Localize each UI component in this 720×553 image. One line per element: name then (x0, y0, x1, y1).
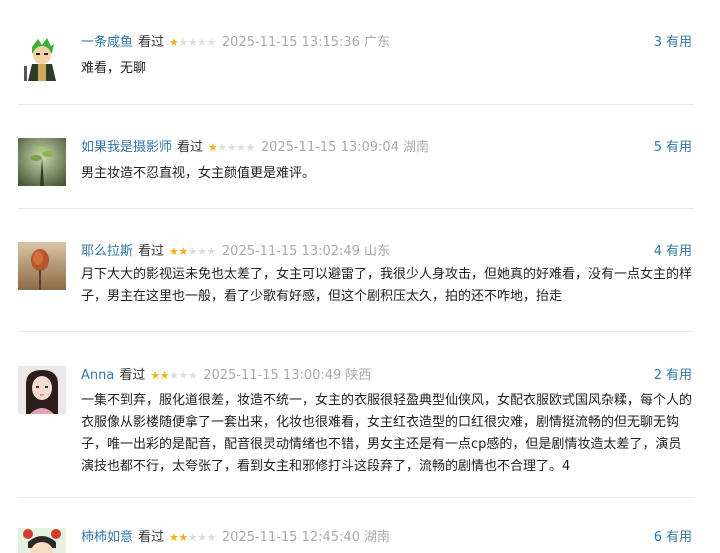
comment-text: 男主妆造不忍直视，女主颜值更是难评。 (81, 166, 316, 181)
comment-meta: 一条咸鱼 看过 ★★★★★ 2025-11-15 13:15:36 广东 3 有用 (81, 33, 694, 53)
comment-text: 月下大大的影视运未免也太差了，女主可以避雷了，我很少人身攻击，但她真的好难看，没… (81, 267, 693, 304)
useful-vote-button[interactable]: 5 有用 (654, 138, 692, 158)
watched-status: 看过 (138, 244, 165, 259)
comment-location: 陕西 (345, 368, 372, 383)
comment-time: 2025-11-15 12:45:40 (221, 530, 360, 545)
star-icon: ★ (169, 531, 179, 544)
comment-location: 山东 (363, 244, 390, 259)
useful-label: 有用 (665, 368, 692, 383)
watched-status: 看过 (119, 368, 146, 383)
useful-label: 有用 (665, 244, 692, 259)
star-icon: ★ (178, 369, 188, 382)
star-icon: ★ (187, 245, 198, 258)
comment-list: 一条咸鱼 看过 ★★★★★ 2025-11-15 13:15:36 广东 3 有用 难看，… (0, 0, 720, 553)
star-icon: ★ (208, 141, 218, 154)
avatar[interactable] (18, 528, 66, 553)
rating-stars: ★★★★★ (169, 33, 216, 53)
useful-label: 有用 (665, 140, 692, 155)
star-icon: ★ (178, 245, 188, 258)
vote-count: 3 (653, 35, 662, 50)
star-icon: ★ (169, 245, 179, 258)
useful-vote-button[interactable]: 4 有用 (654, 242, 692, 262)
comment-time: 2025-11-15 13:15:36 (221, 35, 360, 50)
comment-item: 耶么拉斯 看过 ★★★★★ 2025-11-15 13:02:49 山东 4 有用 月下大… (18, 242, 694, 332)
vote-count: 5 (653, 140, 662, 155)
avatar[interactable] (18, 138, 66, 186)
watched-status: 看过 (177, 140, 204, 155)
username-link[interactable]: 耶么拉斯 (81, 244, 133, 259)
useful-label: 有用 (665, 530, 692, 545)
useful-vote-button[interactable]: 6 有用 (654, 528, 692, 548)
rating-stars: ★★★★★ (150, 366, 197, 386)
vote-count: 2 (653, 368, 662, 383)
star-icon: ★ (206, 531, 217, 544)
comment-meta: Anna 看过 ★★★★★ 2025-11-15 13:00:49 陕西 2 有用 (81, 366, 694, 386)
avatar[interactable] (18, 33, 66, 81)
comment-meta: 柿柿如意 看过 ★★★★★ 2025-11-15 12:45:40 湖南 6 有用 (81, 528, 694, 548)
comment-item: 如果我是摄影师 看过 ★★★★★ 2025-11-15 13:09:04 湖南 5 有用 … (18, 138, 694, 209)
comment-time: 2025-11-15 13:02:49 (221, 244, 360, 259)
star-icon: ★ (197, 36, 207, 49)
comment-location: 湖南 (402, 140, 429, 155)
star-icon: ★ (217, 141, 227, 154)
watched-status: 看过 (138, 35, 165, 50)
rating-stars: ★★★★★ (169, 242, 216, 262)
comment-time: 2025-11-15 13:00:49 (203, 368, 342, 383)
star-icon: ★ (178, 531, 188, 544)
star-icon: ★ (245, 141, 256, 154)
rating-stars: ★★★★★ (208, 138, 255, 158)
star-icon: ★ (206, 36, 217, 49)
useful-vote-button[interactable]: 3 有用 (654, 33, 692, 53)
star-icon: ★ (206, 245, 217, 258)
vote-count: 4 (653, 244, 662, 259)
comment-text: 难看，无聊 (81, 61, 147, 76)
comment-meta: 耶么拉斯 看过 ★★★★★ 2025-11-15 13:02:49 山东 4 有用 (81, 242, 694, 262)
star-icon: ★ (187, 531, 198, 544)
comment-location: 湖南 (363, 530, 390, 545)
watched-status: 看过 (138, 530, 165, 545)
username-link[interactable]: 一条咸鱼 (81, 35, 133, 50)
vote-count: 6 (653, 530, 662, 545)
star-icon: ★ (197, 245, 207, 258)
comment-item: Anna 看过 ★★★★★ 2025-11-15 13:00:49 陕西 2 有用 一集不… (18, 366, 694, 498)
star-icon: ★ (159, 369, 170, 382)
comment-text: 一集不到弃，服化道很差，妆造不统一，女主的衣服很轻盈典型仙侠风，女配衣服欧式国风… (81, 393, 693, 474)
username-link[interactable]: 柿柿如意 (81, 530, 133, 545)
star-icon: ★ (187, 36, 198, 49)
rating-stars: ★★★★★ (169, 528, 216, 548)
avatar[interactable] (18, 366, 66, 414)
useful-label: 有用 (665, 35, 692, 50)
star-icon: ★ (236, 141, 246, 154)
star-icon: ★ (187, 369, 198, 382)
star-icon: ★ (226, 141, 237, 154)
username-link[interactable]: Anna (81, 368, 114, 383)
star-icon: ★ (197, 531, 207, 544)
useful-vote-button[interactable]: 2 有用 (654, 366, 692, 386)
comment-item: 一条咸鱼 看过 ★★★★★ 2025-11-15 13:15:36 广东 3 有用 难看，… (18, 33, 694, 105)
star-icon: ★ (150, 369, 160, 382)
comment-item: 柿柿如意 看过 ★★★★★ 2025-11-15 12:45:40 湖南 6 有用 (18, 528, 694, 553)
comment-location: 广东 (363, 35, 390, 50)
username-link[interactable]: 如果我是摄影师 (81, 140, 172, 155)
avatar[interactable] (18, 242, 66, 290)
star-icon: ★ (178, 36, 188, 49)
star-icon: ★ (169, 36, 179, 49)
comment-meta: 如果我是摄影师 看过 ★★★★★ 2025-11-15 13:09:04 湖南 5 有用 (81, 138, 694, 158)
comment-time: 2025-11-15 13:09:04 (260, 140, 399, 155)
